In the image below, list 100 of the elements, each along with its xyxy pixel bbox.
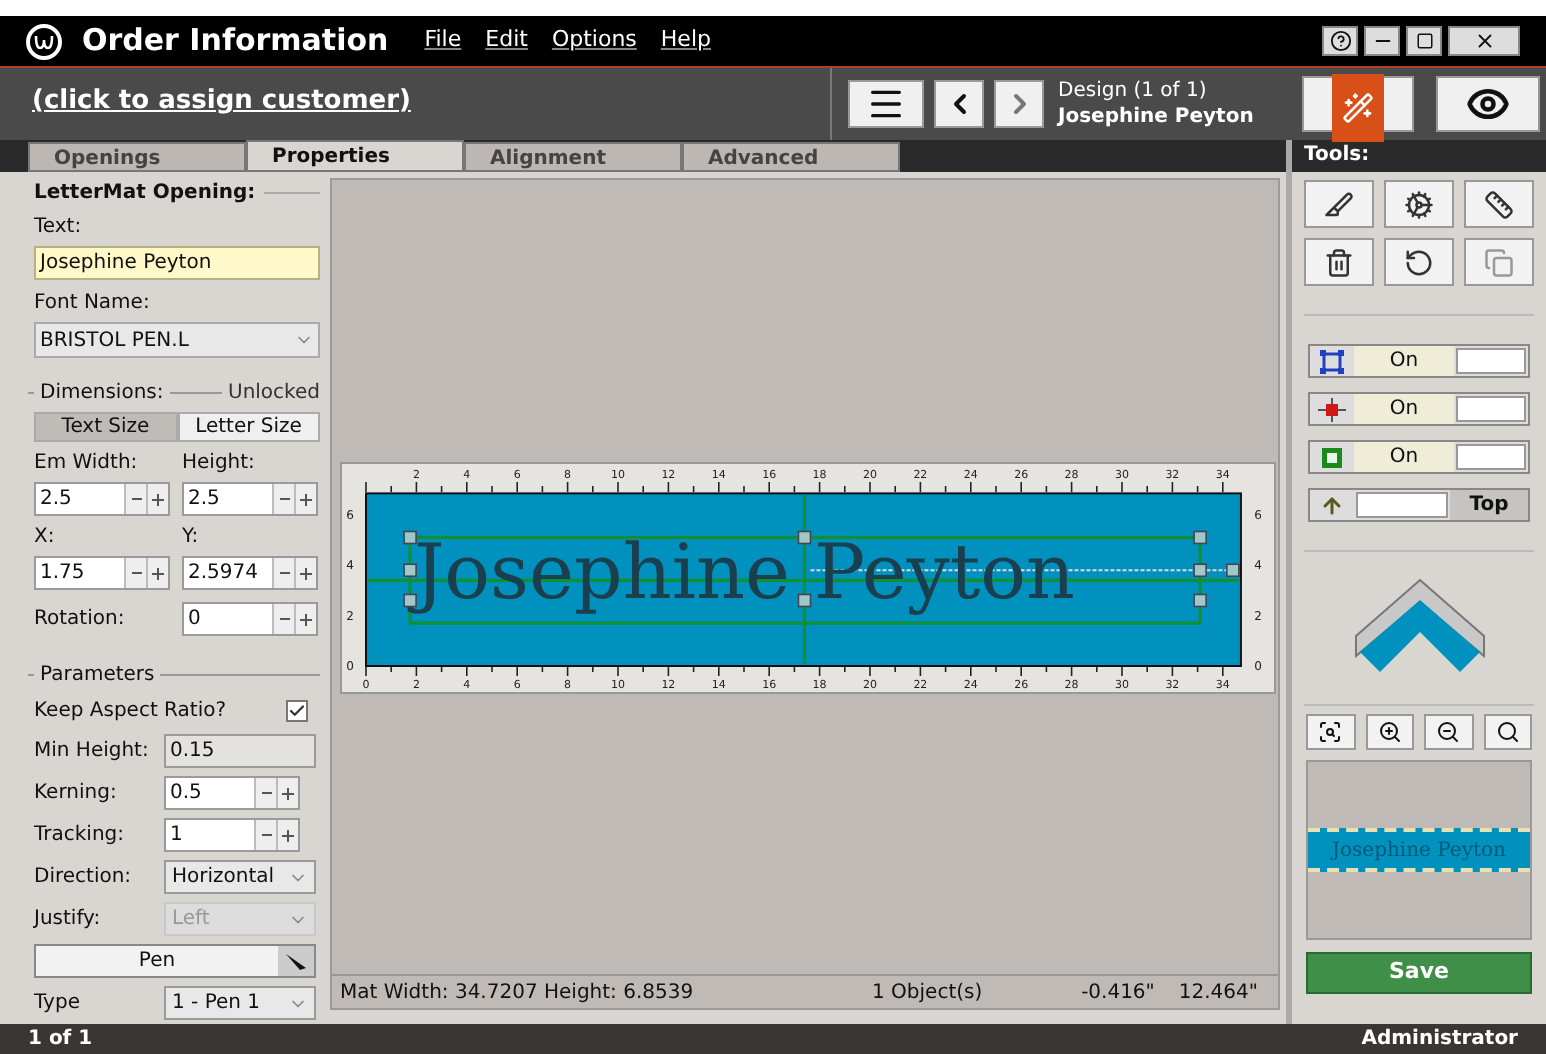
increment-button[interactable] xyxy=(276,820,298,850)
field-label: Rotation: xyxy=(34,606,127,634)
menu-item[interactable]: Edit xyxy=(485,24,528,58)
increment-button[interactable] xyxy=(146,558,168,588)
decrement-button[interactable] xyxy=(272,484,294,514)
close-icon xyxy=(1473,30,1495,52)
tool-button[interactable] xyxy=(1464,180,1534,228)
increment-button[interactable] xyxy=(276,778,298,808)
tool-button[interactable] xyxy=(1384,180,1454,228)
read-only-field: 0.15 xyxy=(164,734,316,768)
increment-button[interactable] xyxy=(294,484,316,514)
pen-icon xyxy=(284,951,308,971)
increment-button[interactable] xyxy=(146,484,168,514)
toggle-switch[interactable]: On xyxy=(1308,440,1530,474)
trash-icon xyxy=(1324,247,1354,277)
copy-icon xyxy=(1484,247,1514,277)
resize-handle[interactable] xyxy=(1193,530,1207,545)
font-dropdown[interactable]: BRISTOL PEN.L xyxy=(34,322,320,358)
user-name: Administrator xyxy=(1361,1026,1518,1054)
menu-item[interactable]: Help xyxy=(660,24,711,58)
help-button[interactable] xyxy=(1322,26,1358,56)
increment-button[interactable] xyxy=(294,558,316,588)
menu-item[interactable]: Options xyxy=(551,24,637,58)
minimize-button[interactable] xyxy=(1364,26,1400,56)
section-heading: Parameters xyxy=(40,662,155,690)
minus-icon xyxy=(279,568,289,578)
plus-icon xyxy=(300,493,312,505)
next-button[interactable] xyxy=(994,80,1044,128)
object-count: 1 Object(s) xyxy=(872,979,985,1007)
save-button[interactable]: Save xyxy=(1306,952,1532,994)
field-label: Font Name: xyxy=(34,290,152,318)
minus-icon xyxy=(131,494,141,504)
chevron-up-icon[interactable] xyxy=(1351,576,1487,676)
field-label: Justify: xyxy=(34,906,103,934)
preview-button[interactable] xyxy=(1436,76,1540,132)
zoom-area-icon xyxy=(1318,720,1343,744)
decrement-button[interactable] xyxy=(124,558,146,588)
toggle-switch[interactable]: On xyxy=(1308,344,1530,378)
close-button[interactable] xyxy=(1448,26,1520,56)
zoom-button[interactable] xyxy=(1424,714,1473,750)
record-count: 1 of 1 xyxy=(28,1026,93,1054)
tab[interactable]: Alignment xyxy=(464,142,682,172)
dropdown[interactable]: Horizontal xyxy=(164,860,316,894)
number-field[interactable]: 2.5 xyxy=(182,482,318,516)
pen-button[interactable]: Pen xyxy=(34,944,316,978)
field-label: Em Width: xyxy=(34,450,140,478)
number-field[interactable]: 1.75 xyxy=(34,556,170,590)
number-field[interactable]: 1 xyxy=(164,818,300,852)
field-label: Height: xyxy=(182,450,257,478)
number-field[interactable]: 0.5 xyxy=(164,776,300,810)
toggle-switch[interactable]: On xyxy=(1308,392,1530,426)
decrement-button[interactable] xyxy=(254,778,276,808)
toggle-switch[interactable]: Top xyxy=(1308,488,1530,522)
dropdown[interactable]: 1 - Pen 1 xyxy=(164,986,316,1020)
tab[interactable]: Advanced xyxy=(682,142,900,172)
tab[interactable]: Properties xyxy=(246,140,464,172)
size-mode-toggle[interactable]: Text Size xyxy=(34,412,177,442)
field-label: Min Height: xyxy=(34,738,151,766)
ruler-icon xyxy=(1484,189,1514,219)
preview-text: Josephine Peyton xyxy=(1332,837,1506,865)
minus-icon xyxy=(131,568,141,578)
plus-icon xyxy=(282,787,294,799)
design-caption: Design (1 of 1) xyxy=(1058,78,1209,104)
gear-icon xyxy=(1404,189,1434,219)
plus-icon xyxy=(152,567,164,579)
resize-handle[interactable] xyxy=(1226,563,1240,578)
maximize-button[interactable] xyxy=(1406,26,1442,56)
text-input[interactable]: Josephine Peyton xyxy=(34,246,320,280)
decrement-button[interactable] xyxy=(254,820,276,850)
zoom-button[interactable] xyxy=(1306,714,1355,750)
tool-button[interactable] xyxy=(1304,180,1374,228)
minus-icon xyxy=(279,494,289,504)
decrement-button[interactable] xyxy=(272,558,294,588)
panel-title: Tools: xyxy=(1292,140,1546,172)
cursor-y: 12.464" xyxy=(1178,979,1258,1007)
assign-customer-link[interactable]: (click to assign customer) xyxy=(32,86,411,116)
previous-button[interactable] xyxy=(934,80,984,128)
plus-icon xyxy=(282,829,294,841)
number-field[interactable]: 0 xyxy=(182,602,318,636)
zoom-button[interactable] xyxy=(1365,714,1414,750)
section-heading: Dimensions: xyxy=(40,380,164,408)
increment-button[interactable] xyxy=(294,604,316,634)
decrement-button[interactable] xyxy=(124,484,146,514)
window-title: Order Information xyxy=(82,20,389,63)
field-label: Type xyxy=(34,990,82,1018)
decrement-button[interactable] xyxy=(272,604,294,634)
cursor-x: -0.416" xyxy=(1081,979,1155,1007)
menu-button[interactable] xyxy=(848,80,924,128)
tool-button[interactable] xyxy=(1384,238,1454,286)
tab[interactable]: Openings xyxy=(28,142,246,172)
help-icon xyxy=(1329,30,1351,52)
size-mode-toggle[interactable]: Letter Size xyxy=(177,412,320,442)
menu-item[interactable]: File xyxy=(424,24,462,58)
lock-status[interactable]: Unlocked xyxy=(228,378,320,408)
number-field[interactable]: 2.5 xyxy=(34,482,170,516)
checkbox[interactable] xyxy=(286,700,308,722)
tool-button[interactable] xyxy=(1304,238,1374,286)
field-label: X: xyxy=(34,524,57,552)
number-field[interactable]: 2.5974 xyxy=(182,556,318,590)
zoom-button[interactable] xyxy=(1483,714,1532,750)
